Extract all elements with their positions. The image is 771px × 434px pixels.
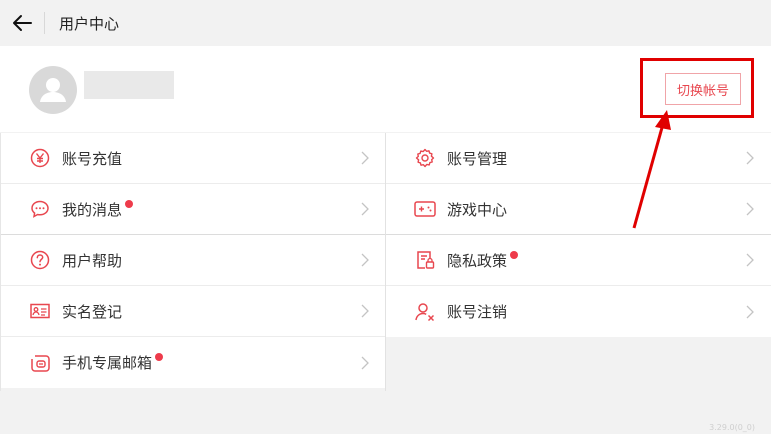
header-divider bbox=[44, 12, 45, 34]
avatar[interactable] bbox=[29, 66, 77, 114]
menu-label: 游戏中心 bbox=[447, 200, 508, 219]
chat-bubble-icon bbox=[29, 198, 51, 220]
menu-label: 隐私政策 bbox=[447, 250, 519, 271]
chevron-right-icon bbox=[746, 202, 754, 216]
chevron-right-icon bbox=[361, 202, 369, 216]
privacy-document-icon bbox=[414, 249, 436, 271]
chevron-right-icon bbox=[746, 305, 754, 318]
switch-account-button[interactable]: 切换帐号 bbox=[665, 73, 741, 105]
top-bar: 用户中心 bbox=[0, 0, 771, 46]
chevron-right-icon bbox=[361, 304, 369, 318]
chevron-right-icon bbox=[746, 151, 754, 165]
chevron-right-icon bbox=[746, 253, 754, 267]
back-arrow-icon bbox=[13, 15, 32, 31]
yen-icon bbox=[29, 147, 51, 169]
user-remove-icon bbox=[414, 301, 436, 323]
menu-label: 账号充值 bbox=[62, 149, 123, 168]
page-title: 用户中心 bbox=[59, 14, 120, 33]
menu-item-messages[interactable]: 我的消息 bbox=[1, 184, 386, 235]
gamepad-icon bbox=[414, 198, 436, 220]
menu-item-mailbox[interactable]: 手机专属邮箱 bbox=[1, 337, 386, 388]
menu-item-account-management[interactable]: 账号管理 bbox=[386, 133, 771, 184]
chevron-right-icon bbox=[361, 151, 369, 165]
notification-dot bbox=[155, 353, 164, 361]
id-card-icon bbox=[29, 300, 51, 322]
help-circle-icon bbox=[29, 249, 51, 271]
menu-item-real-name[interactable]: 实名登记 bbox=[1, 286, 386, 337]
menu-label: 实名登记 bbox=[62, 302, 123, 321]
chevron-right-icon bbox=[361, 253, 369, 267]
menu-label: 手机专属邮箱 bbox=[62, 352, 164, 373]
menu-label: 账号注销 bbox=[447, 303, 508, 321]
version-label: 3.29.0(0_0) bbox=[709, 423, 755, 432]
menu-item-account-deactivation[interactable]: 账号注销 bbox=[386, 286, 771, 337]
default-user-icon bbox=[40, 78, 66, 102]
menu-item-help[interactable]: 用户帮助 bbox=[1, 235, 386, 286]
menu-label: 我的消息 bbox=[62, 199, 134, 220]
menu-item-privacy-policy[interactable]: 隐私政策 bbox=[386, 235, 771, 286]
back-button[interactable] bbox=[0, 0, 44, 46]
mailbox-icon bbox=[29, 352, 51, 374]
notification-dot bbox=[125, 199, 134, 208]
notification-dot bbox=[510, 250, 519, 259]
chevron-right-icon bbox=[361, 356, 369, 369]
menu-label: 用户帮助 bbox=[62, 251, 123, 270]
menu-left-column: 账号充值 我的消息 用户帮助 实名登记 手机专属邮箱 bbox=[1, 133, 386, 388]
profile-section: 切换帐号 bbox=[0, 46, 771, 132]
username-redacted bbox=[84, 71, 174, 99]
menu-label: 账号管理 bbox=[447, 149, 508, 168]
menu-item-recharge[interactable]: 账号充值 bbox=[1, 133, 386, 184]
menu-item-game-center[interactable]: 游戏中心 bbox=[386, 184, 771, 235]
gear-icon bbox=[414, 147, 436, 169]
menu-right-column: 账号管理 游戏中心 隐私政策 账号注销 bbox=[386, 133, 771, 337]
